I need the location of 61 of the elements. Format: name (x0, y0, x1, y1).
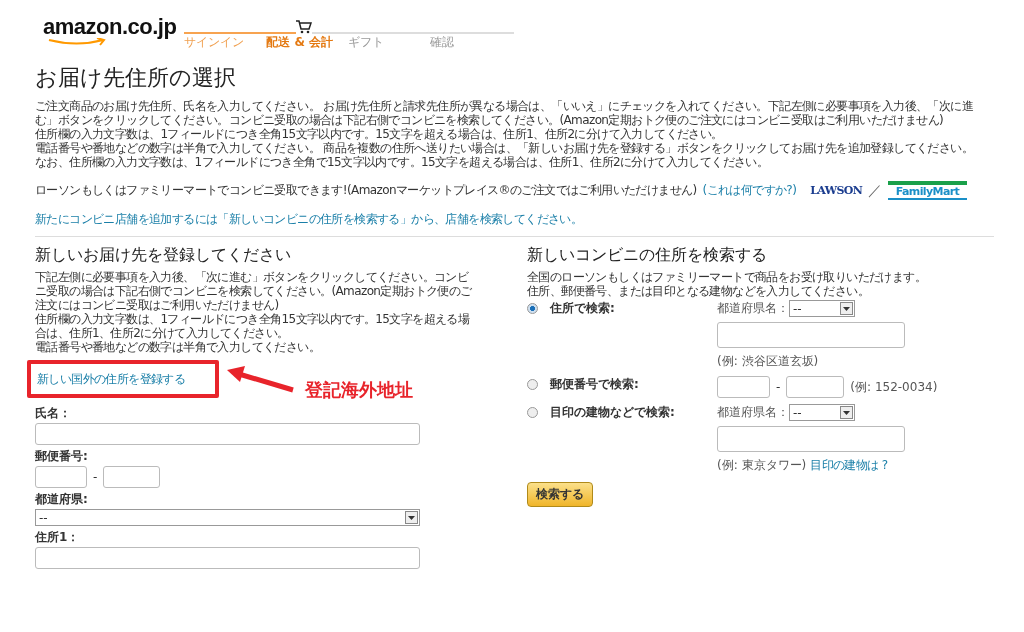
instruction-text: 住所欄の入力文字数は、1フィールドにつき全角15文字以内です。15文字を超える場合は、住所1、住所2に分けて入力してください。 (35, 312, 471, 340)
search-button[interactable]: 検索する (527, 482, 593, 507)
section-heading: 新しいお届け先を登録してください (35, 245, 292, 266)
konbini-text: ローソンもしくはファミリーマートでコンビニ受取できます!(Amazonマーケットプレイス®のご注文ではご利用いただけません) (35, 182, 697, 199)
instruction-text: 下記左側に必要事項を入力後、「次に進む」ボタンをクリックしてください。コンビニ受取の場合は下記右側でコンビニを検索してください。(Amazon定期おトク便のご注文にはコンビニ受取はご利用いただけません) (35, 270, 473, 312)
separator-text: ／ (868, 181, 882, 200)
page-title: お届け先住所の選択 (35, 64, 237, 92)
instruction-text: 住所、郵便番号、または目印となる建物などを入力してください。 (527, 284, 870, 298)
example-text: (例: 渋谷区道玄坂) (717, 353, 819, 370)
familymart-logo: FamilyMart (887, 181, 968, 200)
option-label: 住所で検索: (550, 300, 615, 317)
help-link[interactable]: (これは何ですか?) (702, 182, 797, 199)
field-label: 住所1： (35, 529, 81, 546)
radio-button[interactable] (527, 379, 538, 390)
input-field[interactable] (717, 322, 905, 348)
option-label: 目印の建物などで検索: (550, 404, 675, 421)
radio-button[interactable] (527, 303, 538, 314)
checkout-step: 確認 (430, 34, 513, 51)
instruction-text: 電話番号や番地などの数字は半角で入力してください。 商品を複数の住所へ送りたい場合は、「新しいお届け先を登録する」ボタンをクリックしてお届け先を追加登録してください。 (35, 141, 974, 155)
field-label: 都道府県名： (717, 404, 789, 421)
checkout-step: サインイン (184, 34, 267, 51)
input-field[interactable] (35, 547, 420, 569)
konbini-note-link[interactable]: 新たにコンビニ店舗を追加するには「新しいコンビニの住所を検索する」から、店舗を検索してください。 (35, 212, 583, 226)
instruction-text: ご注文商品のお届け先住所、氏名を入力してください。 お届け先住所と請求先住所が異なる場合は、「いいえ」にチェックを入れてください。下記左側に必要事項を入力後、「次に進む」ボタンをクリックしてください。コンビニ受取の場合は下記右側でコンビニを検索してください。(Amazon定期おトク便のご注文にはコンビニ受取はご利用いただけません) (35, 99, 974, 127)
example-text: (例: 152-0034) (850, 378, 938, 396)
section-heading: 新しいコンビニの住所を検索する (527, 245, 768, 266)
caret-icon[interactable] (840, 406, 853, 419)
select-field[interactable]: -- (789, 300, 855, 317)
field-label: 氏名： (35, 405, 72, 422)
field-label: 郵便番号: (35, 448, 89, 465)
checkout-step: 配送 & 会計 (266, 34, 349, 51)
example-text: (例: 東京タワー) (717, 457, 807, 474)
field-label: 都道府県: (35, 491, 89, 508)
arrow-icon (225, 364, 296, 394)
landmark-help-link[interactable]: 目印の建物は ? (810, 457, 888, 474)
cart-icon (295, 20, 312, 34)
foreign-address-link[interactable]: 新しい国外の住所を登録する (37, 372, 186, 386)
field-label: 都道府県名： (717, 300, 789, 317)
caret-icon[interactable] (405, 511, 418, 524)
lawson-logo: LAWSON (810, 184, 863, 197)
input-field[interactable] (35, 466, 87, 488)
input-field[interactable] (35, 423, 420, 445)
dash-text: - (93, 470, 98, 484)
input-field[interactable] (717, 426, 905, 452)
input-field[interactable] (786, 376, 845, 398)
instruction-text: 電話番号や番地などの数字は半角で入力してください。 (35, 340, 321, 354)
annotation-text: 登記海外地址 (305, 378, 414, 402)
input-field[interactable] (717, 376, 770, 398)
instruction-text: 住所欄の入力文字数は、1フィールドにつき全角15文字以内です。15文字を超える場合は、住所1、住所2に分けて入力してください。 (35, 127, 724, 141)
input-field[interactable] (103, 466, 161, 488)
caret-icon[interactable] (840, 302, 853, 315)
select-field[interactable]: -- (789, 404, 855, 421)
instruction-text: 全国のローソンもしくはファミリーマートで商品をお受け取りいただけます。 (527, 270, 927, 284)
smile-arrow-icon (47, 38, 107, 46)
radio-button[interactable] (527, 407, 538, 418)
instruction-text: なお、住所欄の入力文字数は、1フィールドにつき全角で15文字以内です。15文字を超える場合は、住所1、住所2に分けて入力してください。 (35, 155, 770, 169)
checkout-step: ギフト (348, 34, 431, 51)
dash-text: - (776, 380, 781, 394)
select-field[interactable]: -- (35, 509, 420, 526)
option-label: 郵便番号で検索: (550, 376, 639, 393)
amazon-logo[interactable]: amazon.co.jp (43, 14, 177, 46)
